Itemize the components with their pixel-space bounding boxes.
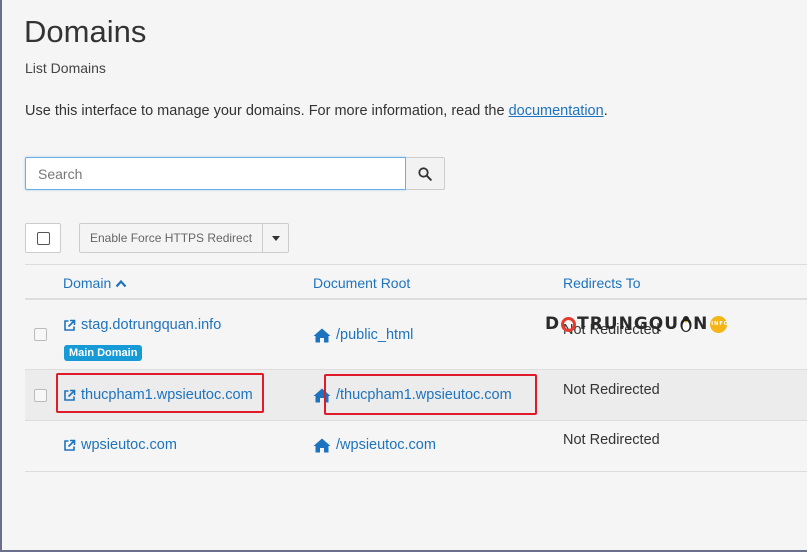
watermark-text-end: N — [693, 314, 709, 334]
row-checkbox[interactable] — [34, 328, 47, 341]
domain-link[interactable]: stag.dotrungquan.info — [63, 317, 221, 333]
search-icon — [418, 166, 432, 181]
enable-force-https-button[interactable]: Enable Force HTTPS Redirect — [79, 223, 264, 253]
domain-link[interactable]: wpsieutoc.com — [63, 437, 177, 453]
search-input[interactable] — [25, 157, 406, 190]
column-header-domain[interactable]: Domain — [63, 275, 127, 291]
watermark-logo: D TRUNGQU N INFO — [545, 314, 730, 334]
column-header-domain-label: Domain — [63, 275, 112, 291]
bulk-action-group: Enable Force HTTPS Redirect — [79, 223, 290, 253]
intro-text: Use this interface to manage your domain… — [25, 103, 608, 119]
watermark-ring-icon — [561, 316, 577, 332]
document-root-path: /public_html — [336, 327, 414, 343]
search-button[interactable] — [406, 157, 445, 190]
watermark-info-badge: INFO — [710, 315, 730, 333]
external-link-icon — [64, 319, 76, 331]
document-root-path: /wpsieutoc.com — [336, 437, 436, 453]
documentation-link[interactable]: documentation — [509, 103, 604, 119]
sort-ascending-icon — [115, 279, 127, 287]
search-group — [25, 157, 445, 190]
document-root-link[interactable]: /wpsieutoc.com — [313, 437, 436, 453]
column-header-document-root[interactable]: Document Root — [313, 275, 410, 291]
document-root-link[interactable]: /public_html — [313, 327, 413, 343]
intro-text-body: Use this interface to manage your domain… — [25, 103, 509, 119]
highlight-box-domain — [56, 373, 264, 413]
domain-name: wpsieutoc.com — [81, 437, 177, 453]
intro-text-end: . — [603, 103, 608, 119]
table-row: wpsieutoc.com /wpsieutoc.com Not Redirec… — [25, 421, 807, 472]
bulk-action-dropdown-toggle[interactable] — [263, 223, 290, 253]
home-icon — [313, 438, 331, 452]
table-row: stag.dotrungquan.info Main Domain /publi… — [25, 300, 807, 370]
watermark-text-middle: TRUNGQU — [577, 314, 680, 334]
watermark-text-start: D — [545, 314, 561, 334]
domains-table: Domain Document Root Redirects To stag.d… — [25, 264, 807, 472]
select-all-box[interactable] — [36, 231, 50, 245]
redirect-status: Not Redirected — [563, 382, 660, 398]
domain-name: stag.dotrungquan.info — [81, 317, 222, 333]
home-icon — [313, 328, 331, 342]
column-header-redirects-to[interactable]: Redirects To — [563, 275, 641, 291]
watermark-penguin-icon — [680, 316, 692, 332]
main-domain-badge: Main Domain — [64, 345, 143, 361]
highlight-box-document-root — [324, 374, 537, 415]
row-checkbox[interactable] — [34, 389, 47, 402]
table-row: thucpham1.wpsieutoc.com /thucpham1.wpsie… — [25, 370, 807, 421]
select-all-checkbox[interactable] — [25, 223, 61, 253]
watermark-info-text: INFO — [711, 320, 730, 327]
page-title: Domains — [24, 14, 147, 49]
chevron-down-icon — [271, 235, 280, 241]
external-link-icon — [64, 439, 76, 451]
table-header: Domain Document Root Redirects To — [25, 264, 807, 300]
redirect-status: Not Redirected — [563, 432, 660, 448]
page-subtitle: List Domains — [25, 60, 106, 76]
